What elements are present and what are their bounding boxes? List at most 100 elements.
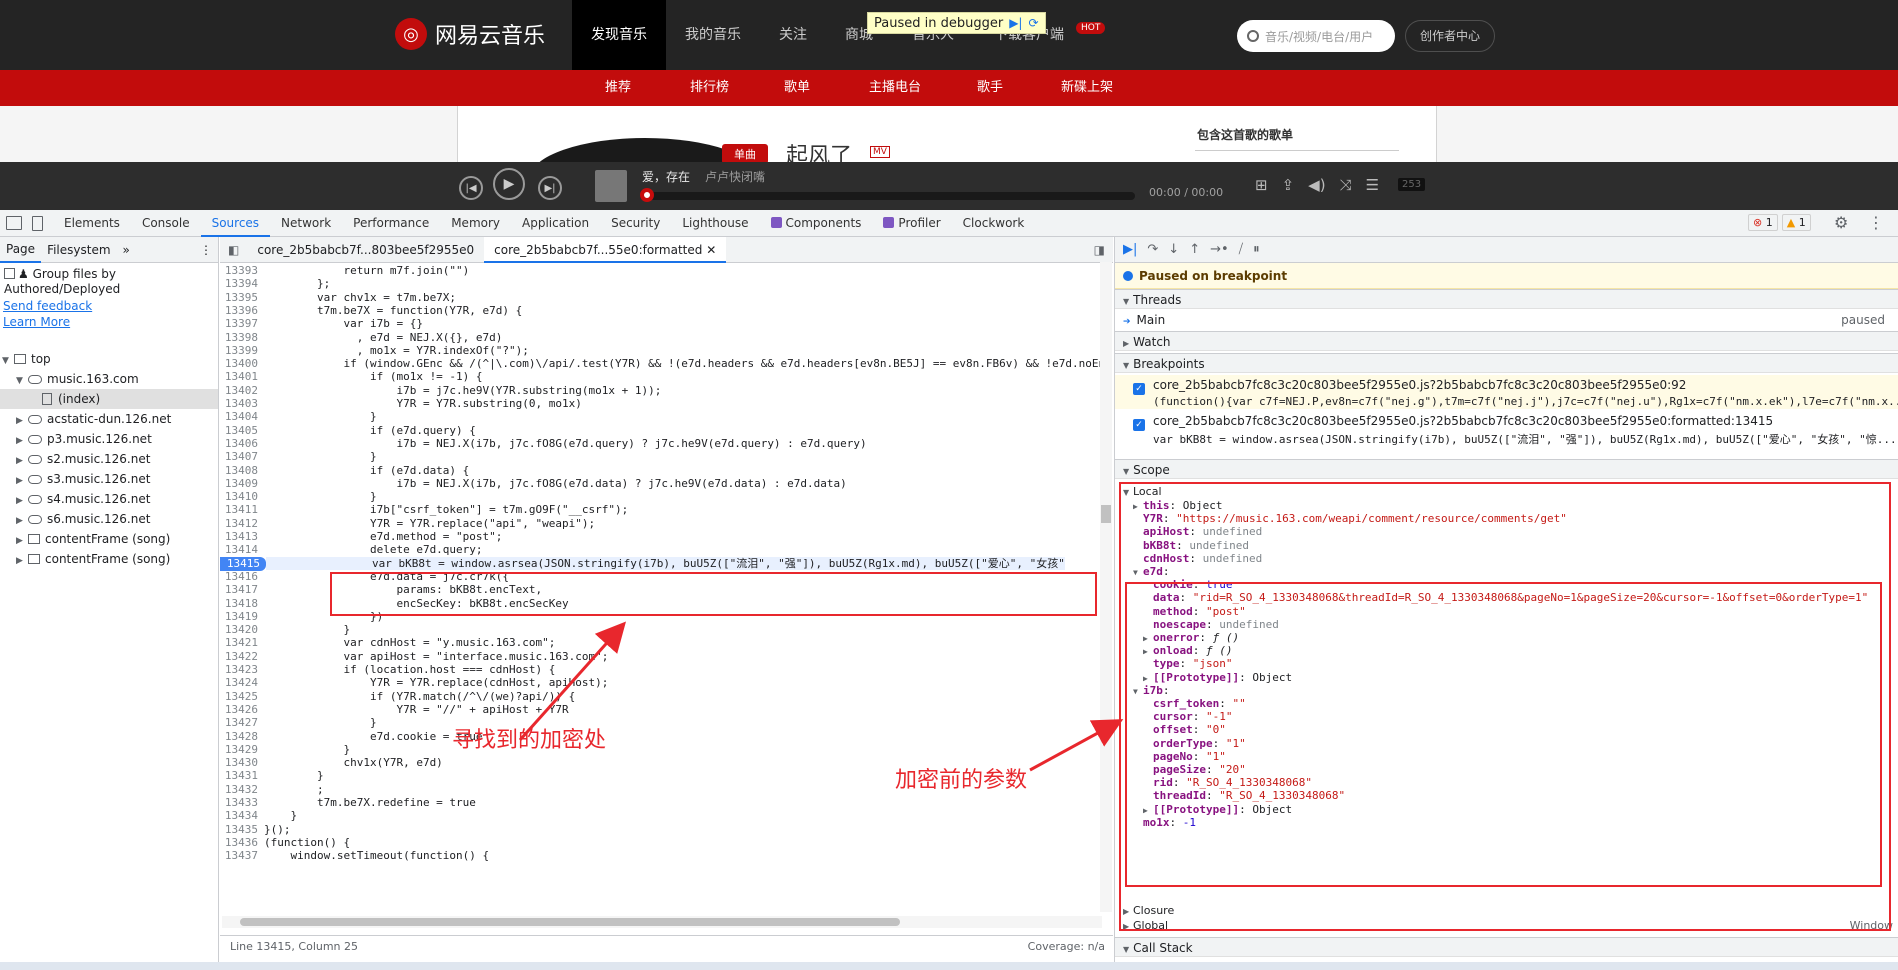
code-line[interactable]: 13435}(); [220, 823, 291, 837]
tree-item[interactable]: (index) [0, 389, 218, 409]
player-progress-knob[interactable] [640, 188, 654, 202]
nav-musician[interactable]: 音乐人 [893, 0, 973, 70]
toggle-navigator-icon[interactable]: ◧ [220, 243, 247, 257]
code-line[interactable]: 13413 e7d.method = "post"; [220, 530, 503, 544]
breakpoint-line-number[interactable]: 13415 [220, 556, 266, 571]
line-number[interactable]: 13422 [220, 650, 264, 664]
scope-section-header[interactable]: ▼ Scope [1115, 459, 1898, 479]
line-number[interactable]: 13411 [220, 503, 264, 517]
learn-more-link[interactable]: Learn More [3, 315, 70, 329]
tree-item[interactable]: ▶ s4.music.126.net [0, 489, 218, 509]
code-line[interactable]: 13422 var apiHost = "interface.music.163… [220, 650, 609, 664]
line-number[interactable]: 13405 [220, 424, 264, 438]
editor-tab-minified[interactable]: core_2b5babcb7f...803bee5f2955e0 [247, 237, 484, 263]
line-number[interactable]: 13417 [220, 583, 264, 597]
line-number[interactable]: 13429 [220, 743, 264, 757]
code-line[interactable]: 13407 } [220, 450, 377, 464]
code-line[interactable]: 13403 Y7R = Y7R.substring(0, mo1x) [220, 397, 582, 411]
send-feedback-link[interactable]: Send feedback [3, 299, 92, 313]
line-number[interactable]: 13408 [220, 464, 264, 478]
code-line[interactable]: 13396 t7m.be7X = function(Y7R, e7d) { [220, 304, 522, 318]
line-number[interactable]: 13395 [220, 291, 264, 305]
step-icon[interactable]: →• [1210, 242, 1229, 257]
tree-item[interactable]: ▶ s2.music.126.net [0, 449, 218, 469]
resume-icon[interactable]: ▶| [1009, 16, 1022, 30]
resume-icon[interactable]: ▶| [1123, 242, 1137, 257]
player-song-name[interactable]: 爱，存在 [642, 168, 690, 185]
tab-clockwork[interactable]: Clockwork [952, 210, 1036, 237]
tab-profiler[interactable]: Profiler [872, 210, 951, 237]
play-icon[interactable]: ▶ [493, 168, 525, 200]
tab-page[interactable]: Page [0, 237, 42, 263]
pause-on-exceptions-icon[interactable]: ⏸ [1253, 242, 1260, 257]
code-line[interactable]: 13411 i7b["csrf_token"] = t7m.gO9F("__cs… [220, 503, 628, 517]
line-number[interactable]: 13403 [220, 397, 264, 411]
tab-console[interactable]: Console [131, 210, 201, 237]
code-line[interactable]: 13408 if (e7d.data) { [220, 464, 469, 478]
line-number[interactable]: 13424 [220, 676, 264, 690]
line-number[interactable]: 13404 [220, 410, 264, 424]
close-icon[interactable]: ✕ [706, 243, 716, 257]
code-line[interactable]: 13405 if (e7d.query) { [220, 424, 476, 438]
line-number[interactable]: 13401 [220, 370, 264, 384]
breakpoints-section-header[interactable]: ▼ Breakpoints [1115, 353, 1898, 373]
group-files-checkbox[interactable] [4, 268, 15, 279]
code-line[interactable]: 13437 window.setTimeout(function() { [220, 849, 489, 863]
code-line[interactable]: 13428 e7d.cookie = true [220, 730, 483, 744]
tree-item[interactable]: ▼ top [0, 349, 218, 369]
line-number[interactable]: 13425 [220, 690, 264, 704]
code-line[interactable]: 13436 (function() { [220, 836, 350, 850]
error-badge[interactable]: ⊗ 1 [1748, 214, 1778, 231]
code-line[interactable]: 13404 } [220, 410, 377, 424]
line-number[interactable]: 13437 [220, 849, 264, 863]
subnav-recommend[interactable]: 推荐 [605, 70, 631, 106]
code-line[interactable]: 13423 if (location.host === cdnHost) { [220, 663, 556, 677]
shuffle-icon[interactable]: ⤨ [1340, 176, 1352, 194]
line-number[interactable]: 13399 [220, 344, 264, 358]
line-number[interactable]: 13398 [220, 331, 264, 345]
player-artist[interactable]: 卢卢快闭嘴 [705, 168, 765, 185]
editor-vertical-scrollbar[interactable] [1100, 262, 1112, 912]
tree-item[interactable]: ▶ contentFrame (song) [0, 549, 218, 569]
subnav-charts[interactable]: 排行榜 [690, 70, 729, 106]
nav-my-music[interactable]: 我的音乐 [666, 0, 760, 70]
line-number[interactable]: 13431 [220, 769, 264, 783]
line-number[interactable]: 13421 [220, 636, 264, 650]
more-tabs-icon[interactable]: » [117, 243, 136, 257]
code-line[interactable]: 13430 chv1x(Y7R, e7d) [220, 756, 443, 770]
line-number[interactable]: 13428 [220, 730, 264, 744]
code-line[interactable]: 13425 if (Y7R.match(/^\/(we)?api/)) { [220, 690, 575, 704]
line-number[interactable]: 13410 [220, 490, 264, 504]
volume-icon[interactable]: ◀) [1308, 176, 1325, 194]
line-number[interactable]: 13396 [220, 304, 264, 318]
device-toggle-icon[interactable] [32, 215, 43, 231]
add-icon[interactable]: ⊞ [1255, 176, 1268, 194]
breakpoint-checkbox[interactable]: ✓ [1133, 419, 1145, 431]
site-search-box[interactable]: 音乐/视频/电台/用户 [1237, 20, 1395, 52]
code-line[interactable]: 13414 delete e7d.query; [220, 543, 483, 557]
subnav-new-albums[interactable]: 新碟上架 [1061, 70, 1113, 106]
watch-section-header[interactable]: ▶ Watch [1115, 331, 1898, 351]
callstack-section-header[interactable]: ▼ Call Stack [1115, 937, 1898, 957]
nav-discover[interactable]: 发现音乐 [572, 0, 666, 70]
line-number[interactable]: 13413 [220, 530, 264, 544]
tab-filesystem[interactable]: Filesystem [41, 243, 116, 257]
code-line[interactable]: 13394 }; [220, 277, 330, 291]
editor-horizontal-scroll-thumb[interactable] [240, 918, 900, 926]
line-number[interactable]: 13412 [220, 517, 264, 531]
line-number[interactable]: 13418 [220, 597, 264, 611]
line-number[interactable]: 13416 [220, 570, 264, 584]
code-line[interactable]: 13415 var bKB8t = window.asrsea(JSON.str… [220, 556, 1065, 571]
line-number[interactable]: 13423 [220, 663, 264, 677]
threads-section-header[interactable]: ▼ Threads [1115, 289, 1898, 309]
code-line[interactable]: 13401 if (mo1x != -1) { [220, 370, 483, 384]
code-line[interactable]: 13432 ; [220, 783, 324, 797]
tree-item[interactable]: ▶ s6.music.126.net [0, 509, 218, 529]
tree-item[interactable]: ▶ acstatic-dun.126.net [0, 409, 218, 429]
line-number[interactable]: 13407 [220, 450, 264, 464]
line-number[interactable]: 13426 [220, 703, 264, 717]
code-line[interactable]: 13420 } [220, 623, 350, 637]
code-line[interactable]: 13421 var cdnHost = "y.music.163.com"; [220, 636, 556, 650]
line-number[interactable]: 13433 [220, 796, 264, 810]
player-cover[interactable] [595, 170, 627, 202]
